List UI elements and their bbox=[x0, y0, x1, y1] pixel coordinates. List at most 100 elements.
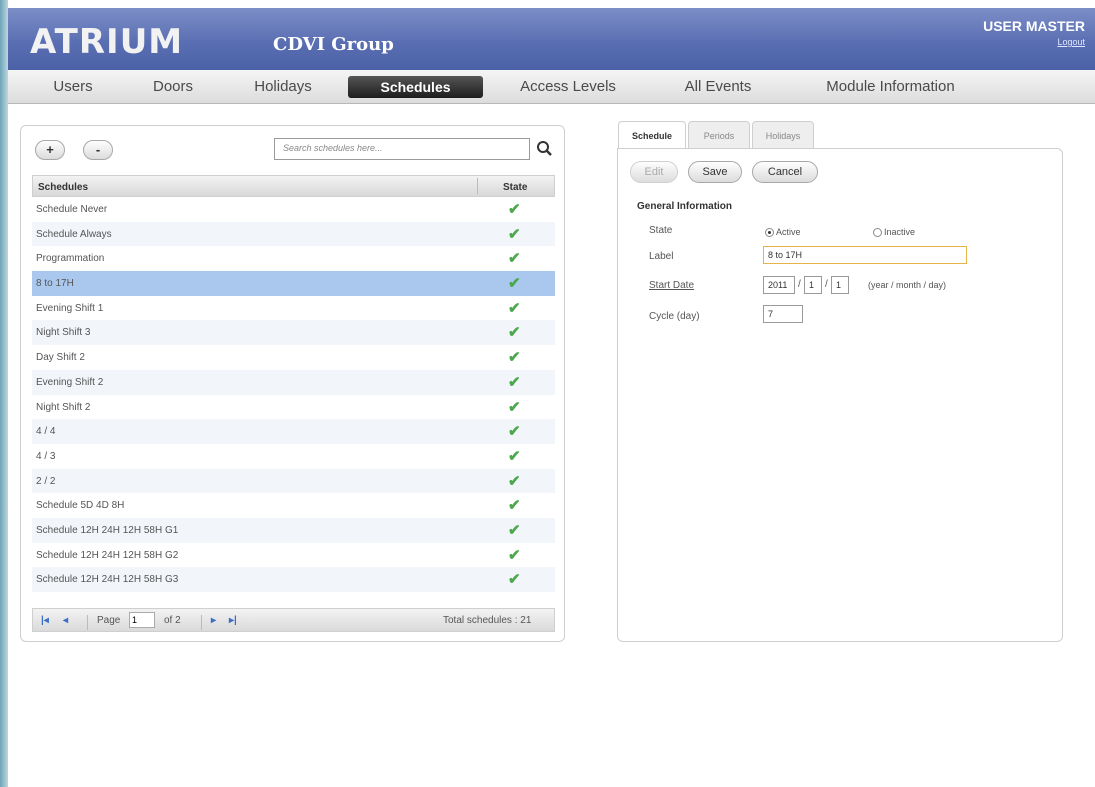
schedule-name: Programmation bbox=[36, 253, 105, 265]
search-input[interactable]: Search schedules here... bbox=[274, 138, 530, 160]
start-day-input[interactable]: 1 bbox=[831, 276, 849, 294]
inactive-radio-label: Inactive bbox=[884, 227, 916, 237]
check-icon: ✔ bbox=[508, 324, 521, 342]
start-year-input[interactable]: 2011 bbox=[763, 276, 795, 294]
radio-empty-icon[interactable] bbox=[873, 228, 882, 238]
table-row[interactable]: 4 / 3 ✔ bbox=[32, 444, 555, 469]
active-radio-label: Active bbox=[776, 227, 801, 237]
state-label: State bbox=[649, 225, 673, 236]
table-row[interactable]: Night Shift 3 ✔ bbox=[32, 320, 555, 346]
table-row[interactable]: 8 to 17H ✔ bbox=[32, 271, 555, 296]
radio-selected-icon[interactable] bbox=[765, 228, 774, 238]
check-icon: ✔ bbox=[508, 373, 521, 391]
nav-schedules[interactable]: Schedules bbox=[348, 76, 483, 98]
cycle-label: Cycle (day) bbox=[649, 311, 700, 322]
schedule-name: Schedule Never bbox=[36, 204, 108, 215]
schedule-name: 8 to 17H bbox=[36, 278, 74, 290]
label-label: Label bbox=[649, 251, 674, 262]
nav-doors[interactable]: Doors bbox=[138, 76, 208, 98]
check-icon: ✔ bbox=[508, 521, 521, 539]
column-schedules[interactable]: Schedules bbox=[38, 182, 88, 193]
active-radio[interactable]: Active bbox=[765, 227, 801, 238]
table-row[interactable]: Night Shift 2 ✔ bbox=[32, 395, 555, 420]
column-state[interactable]: State bbox=[503, 182, 527, 193]
first-page-icon[interactable]: |◂ bbox=[41, 615, 49, 626]
table-row[interactable]: Day Shift 2 ✔ bbox=[32, 345, 555, 370]
atrium-logo: ATRIUM bbox=[30, 22, 184, 62]
logout-link[interactable]: Logout bbox=[983, 37, 1085, 47]
cancel-button[interactable]: Cancel bbox=[752, 161, 818, 183]
check-icon: ✔ bbox=[508, 571, 521, 589]
schedule-detail-panel: Edit Save Cancel General Information Sta… bbox=[617, 148, 1063, 642]
date-separator: / bbox=[825, 279, 828, 290]
start-date-label: Start Date bbox=[649, 280, 695, 291]
edit-button[interactable]: Edit bbox=[630, 161, 678, 183]
check-icon: ✔ bbox=[508, 250, 521, 268]
schedule-name: Schedule 12H 24H 12H 58H G2 bbox=[36, 549, 179, 561]
schedule-name: 4 / 4 bbox=[36, 426, 56, 438]
check-icon: ✔ bbox=[508, 497, 521, 515]
schedules-list-panel: + - Search schedules here... Schedules S… bbox=[20, 125, 565, 642]
table-row[interactable]: Schedule Never ✔ bbox=[32, 197, 555, 222]
check-icon: ✔ bbox=[508, 447, 521, 465]
tab-holidays[interactable]: Holidays bbox=[752, 121, 814, 149]
nav-holidays[interactable]: Holidays bbox=[243, 76, 323, 98]
page-of-label: of 2 bbox=[164, 615, 181, 626]
table-body: Schedule Never ✔ Schedule Always ✔ Programma… bbox=[32, 197, 555, 592]
label-input[interactable]: 8 to 17H bbox=[763, 246, 967, 264]
table-row[interactable]: Schedule 12H 24H 12H 58H G1 ✔ bbox=[32, 517, 555, 543]
schedule-name: Night Shift 2 bbox=[36, 401, 91, 413]
main-nav: Users Doors Holidays Schedules Access Le… bbox=[8, 70, 1095, 104]
check-icon: ✔ bbox=[508, 546, 521, 564]
column-divider[interactable] bbox=[477, 178, 478, 194]
nav-users[interactable]: Users bbox=[38, 76, 108, 98]
add-schedule-button[interactable]: + bbox=[35, 140, 65, 160]
check-icon: ✔ bbox=[508, 398, 521, 416]
next-page-icon[interactable]: ▸ bbox=[211, 615, 216, 626]
last-page-icon[interactable]: ▸| bbox=[229, 615, 237, 626]
table-row[interactable]: Schedule 12H 24H 12H 58H G3 ✔ bbox=[32, 567, 555, 592]
save-button[interactable]: Save bbox=[688, 161, 742, 183]
table-row[interactable]: Evening Shift 2 ✔ bbox=[32, 369, 555, 395]
check-icon: ✔ bbox=[508, 275, 521, 293]
nav-module-information[interactable]: Module Information bbox=[808, 76, 973, 98]
schedule-name: Schedule 12H 24H 12H 58H G3 bbox=[36, 574, 179, 586]
schedule-name: 4 / 3 bbox=[36, 450, 56, 462]
table-row[interactable]: 2 / 2 ✔ bbox=[32, 468, 555, 494]
table-row[interactable]: Schedule Always ✔ bbox=[32, 221, 555, 247]
tab-periods[interactable]: Periods bbox=[688, 121, 750, 149]
table-row[interactable]: Schedule 5D 4D 8H ✔ bbox=[32, 493, 555, 518]
schedule-name: 2 / 2 bbox=[36, 475, 56, 487]
company-name: CDVI Group bbox=[273, 34, 394, 55]
schedule-name: Schedule 12H 24H 12H 58H G1 bbox=[36, 524, 179, 536]
nav-all-events[interactable]: All Events bbox=[668, 76, 768, 98]
schedule-name: Night Shift 3 bbox=[36, 327, 91, 339]
prev-page-icon[interactable]: ◂ bbox=[63, 615, 68, 626]
remove-schedule-button[interactable]: - bbox=[83, 140, 113, 160]
start-month-input[interactable]: 1 bbox=[804, 276, 822, 294]
table-row[interactable]: Schedule 12H 24H 12H 58H G2 ✔ bbox=[32, 543, 555, 568]
schedule-name: Schedule 5D 4D 8H bbox=[36, 500, 125, 512]
general-information-heading: General Information bbox=[637, 201, 733, 212]
table-row[interactable]: Evening Shift 1 ✔ bbox=[32, 296, 555, 321]
total-schedules: Total schedules : 21 bbox=[443, 615, 532, 626]
check-icon: ✔ bbox=[508, 472, 521, 490]
page-number-input[interactable] bbox=[129, 612, 155, 628]
table-row[interactable]: 4 / 4 ✔ bbox=[32, 419, 555, 444]
table-header: Schedules State bbox=[32, 175, 555, 197]
user-name: USER MASTER bbox=[983, 18, 1085, 34]
nav-access-levels[interactable]: Access Levels bbox=[503, 76, 633, 98]
window-edge bbox=[0, 0, 8, 787]
date-separator: / bbox=[798, 279, 801, 290]
table-row[interactable]: Programmation ✔ bbox=[32, 246, 555, 271]
app-header: ATRIUM CDVI Group USER MASTER Logout bbox=[8, 8, 1095, 70]
inactive-radio[interactable]: Inactive bbox=[873, 227, 916, 238]
tab-schedule[interactable]: Schedule bbox=[618, 121, 686, 150]
cycle-input[interactable]: 7 bbox=[763, 305, 803, 323]
check-icon: ✔ bbox=[508, 225, 521, 243]
check-icon: ✔ bbox=[508, 423, 521, 441]
search-icon[interactable] bbox=[535, 138, 555, 160]
check-icon: ✔ bbox=[508, 349, 521, 367]
schedule-name: Evening Shift 1 bbox=[36, 302, 104, 314]
schedule-name: Schedule Always bbox=[36, 228, 112, 240]
